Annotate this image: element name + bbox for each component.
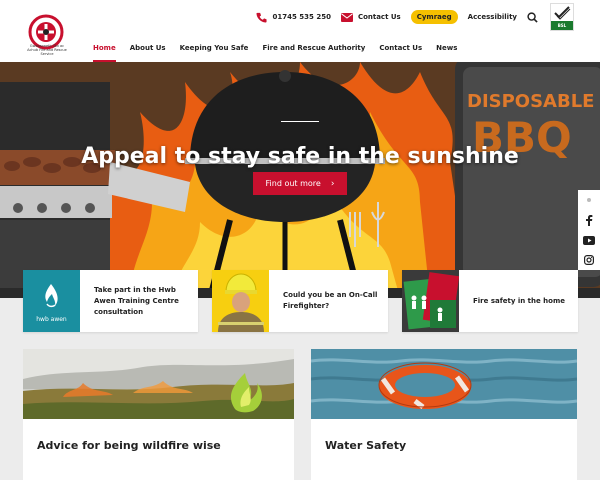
search-icon[interactable] [527, 11, 538, 23]
logo-text: Gwasanaeth Tân ac Achub Fire and Rescue … [27, 44, 67, 56]
wildfire-photo [23, 349, 294, 419]
firefighter-photo [212, 270, 269, 332]
hero-title: Appeal to stay safe in the sunshine [81, 144, 519, 169]
fire-safety-leaflet-image [402, 270, 459, 332]
utility-bar: 01745 535 250 Contact Us Cymraeg Accessi… [256, 3, 574, 31]
social-links [578, 190, 600, 270]
card-hwb-awen[interactable]: hwb awen Take part in the Hwb Awen Train… [23, 270, 198, 332]
hero-banner: DISPOSABLE BBQ Appeal to stay safe in th… [0, 62, 600, 298]
site-header: Gwasanaeth Tân ac Achub Fire and Rescue … [0, 0, 600, 62]
phone-number: 01745 535 250 [272, 13, 331, 21]
sign-text-disposable: DISPOSABLE [467, 91, 594, 112]
tile-wildfire-title: Advice for being wildfire wise [37, 439, 221, 452]
tile-wildfire[interactable]: Advice for being wildfire wise [23, 349, 294, 480]
find-out-more-label: Find out more [265, 179, 321, 188]
card-fire-safety-home[interactable]: Fire safety in the home [402, 270, 578, 332]
chevron-right-icon: › [330, 178, 335, 189]
hwb-awen-logo: hwb awen [23, 270, 80, 332]
facebook-icon[interactable] [578, 210, 600, 230]
find-out-more-button[interactable]: Find out more › [253, 172, 347, 195]
nav-keeping-you-safe[interactable]: Keeping You Safe [180, 38, 249, 62]
language-toggle[interactable]: Cymraeg [410, 10, 458, 24]
instagram-icon[interactable] [578, 250, 600, 270]
water-safety-photo [311, 349, 577, 419]
checkmark-icon [554, 6, 571, 20]
contact-label: Contact Us [357, 13, 401, 21]
nav-contact-us[interactable]: Contact Us [379, 38, 422, 62]
envelope-icon [340, 12, 353, 22]
card-on-call-text: Could you be an On-Call Firefighter? [283, 291, 378, 310]
tile-water-safety-title: Water Safety [325, 439, 407, 452]
phone-link[interactable]: 01745 535 250 [256, 12, 331, 23]
bsl-badge[interactable]: BSL [550, 3, 574, 31]
accessibility-link[interactable]: Accessibility [468, 13, 517, 21]
card-hwb-awen-text: Take part in the Hwb Awen Training Centr… [94, 285, 179, 316]
nav-fire-rescue-authority[interactable]: Fire and Rescue Authority [262, 38, 365, 62]
hwb-awen-img-label: hwb awen [36, 316, 67, 323]
card-on-call-firefighter[interactable]: Could you be an On-Call Firefighter? [212, 270, 388, 332]
hero-divider [281, 121, 319, 122]
share-icon[interactable] [578, 190, 600, 210]
nav-news[interactable]: News [436, 38, 457, 62]
page: Gwasanaeth Tân ac Achub Fire and Rescue … [0, 0, 600, 480]
nav-about-us[interactable]: About Us [130, 38, 166, 62]
tile-water-safety[interactable]: Water Safety [311, 349, 577, 480]
bsl-label: BSL [551, 21, 573, 30]
phone-icon [256, 12, 268, 23]
card-fire-safety-text: Fire safety in the home [473, 296, 566, 305]
main-nav: Home About Us Keeping You Safe Fire and … [93, 38, 471, 62]
contact-link[interactable]: Contact Us [340, 12, 401, 22]
youtube-icon[interactable] [578, 230, 600, 250]
nav-home[interactable]: Home [93, 38, 116, 62]
